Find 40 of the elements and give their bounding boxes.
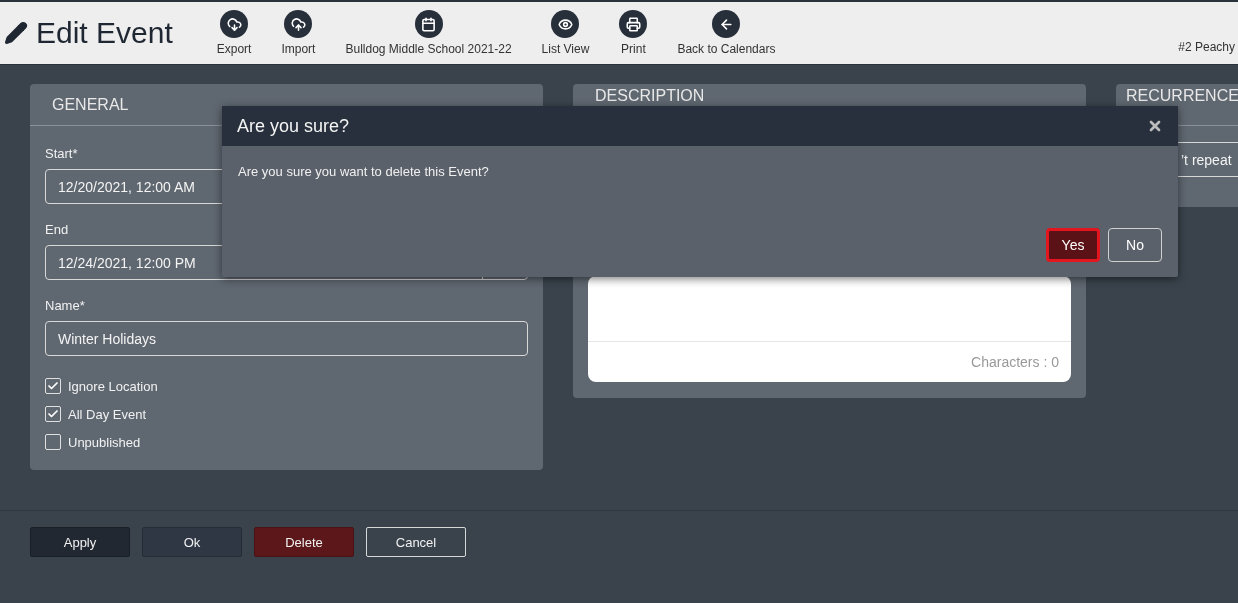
arrow-left-icon [712, 10, 741, 38]
checkbox[interactable] [45, 434, 61, 450]
back-button[interactable]: Back to Calendars [677, 10, 776, 56]
pencil-icon [4, 21, 28, 45]
no-button[interactable]: No [1108, 228, 1162, 262]
close-icon[interactable] [1147, 118, 1163, 134]
input-field[interactable]: Winter Holidays [45, 321, 528, 356]
calendar-icon [414, 10, 443, 38]
printer-icon [619, 10, 648, 38]
eye-icon [551, 10, 580, 38]
panel-title: DESCRIPTION [595, 87, 705, 105]
dialog-message: Are you sure you want to delete this Event? [238, 164, 490, 179]
cloud-download-icon [220, 10, 249, 38]
checkbox[interactable] [45, 378, 61, 394]
export-button[interactable]: Export [216, 10, 252, 56]
checkbox-label: All Day Event [68, 406, 147, 422]
cancel-button[interactable]: Cancel [366, 527, 466, 557]
page-title: Edit Event [36, 16, 173, 50]
yes-button[interactable]: Yes [1046, 228, 1100, 262]
panel-title: GENERAL [52, 95, 129, 114]
apply-button[interactable]: Apply [30, 527, 130, 557]
account-name: #2 Peachy [1178, 40, 1235, 54]
check-icon [47, 408, 59, 420]
panel-title: RECURRENCE [1126, 87, 1238, 105]
dialog-title: Are you sure? [237, 115, 350, 137]
check-icon [47, 380, 59, 392]
import-button[interactable]: Import [281, 10, 316, 56]
list-view-button[interactable]: List View [541, 10, 590, 56]
character-counter: Characters : 0 [971, 354, 1059, 370]
delete-button[interactable]: Delete [254, 527, 354, 557]
cloud-upload-icon [284, 10, 313, 38]
field-label: End [45, 222, 70, 237]
field-label: Name* [45, 298, 86, 313]
checkbox-label: Unpublished [68, 434, 141, 450]
checkbox-label: Ignore Location [68, 378, 158, 394]
field-label: Start* [45, 146, 79, 161]
calendar-button[interactable]: Bulldog Middle School 2021-22 [345, 10, 512, 56]
checkbox[interactable] [45, 406, 61, 422]
print-button[interactable]: Print [619, 10, 648, 56]
ok-button[interactable]: Ok [142, 527, 242, 557]
